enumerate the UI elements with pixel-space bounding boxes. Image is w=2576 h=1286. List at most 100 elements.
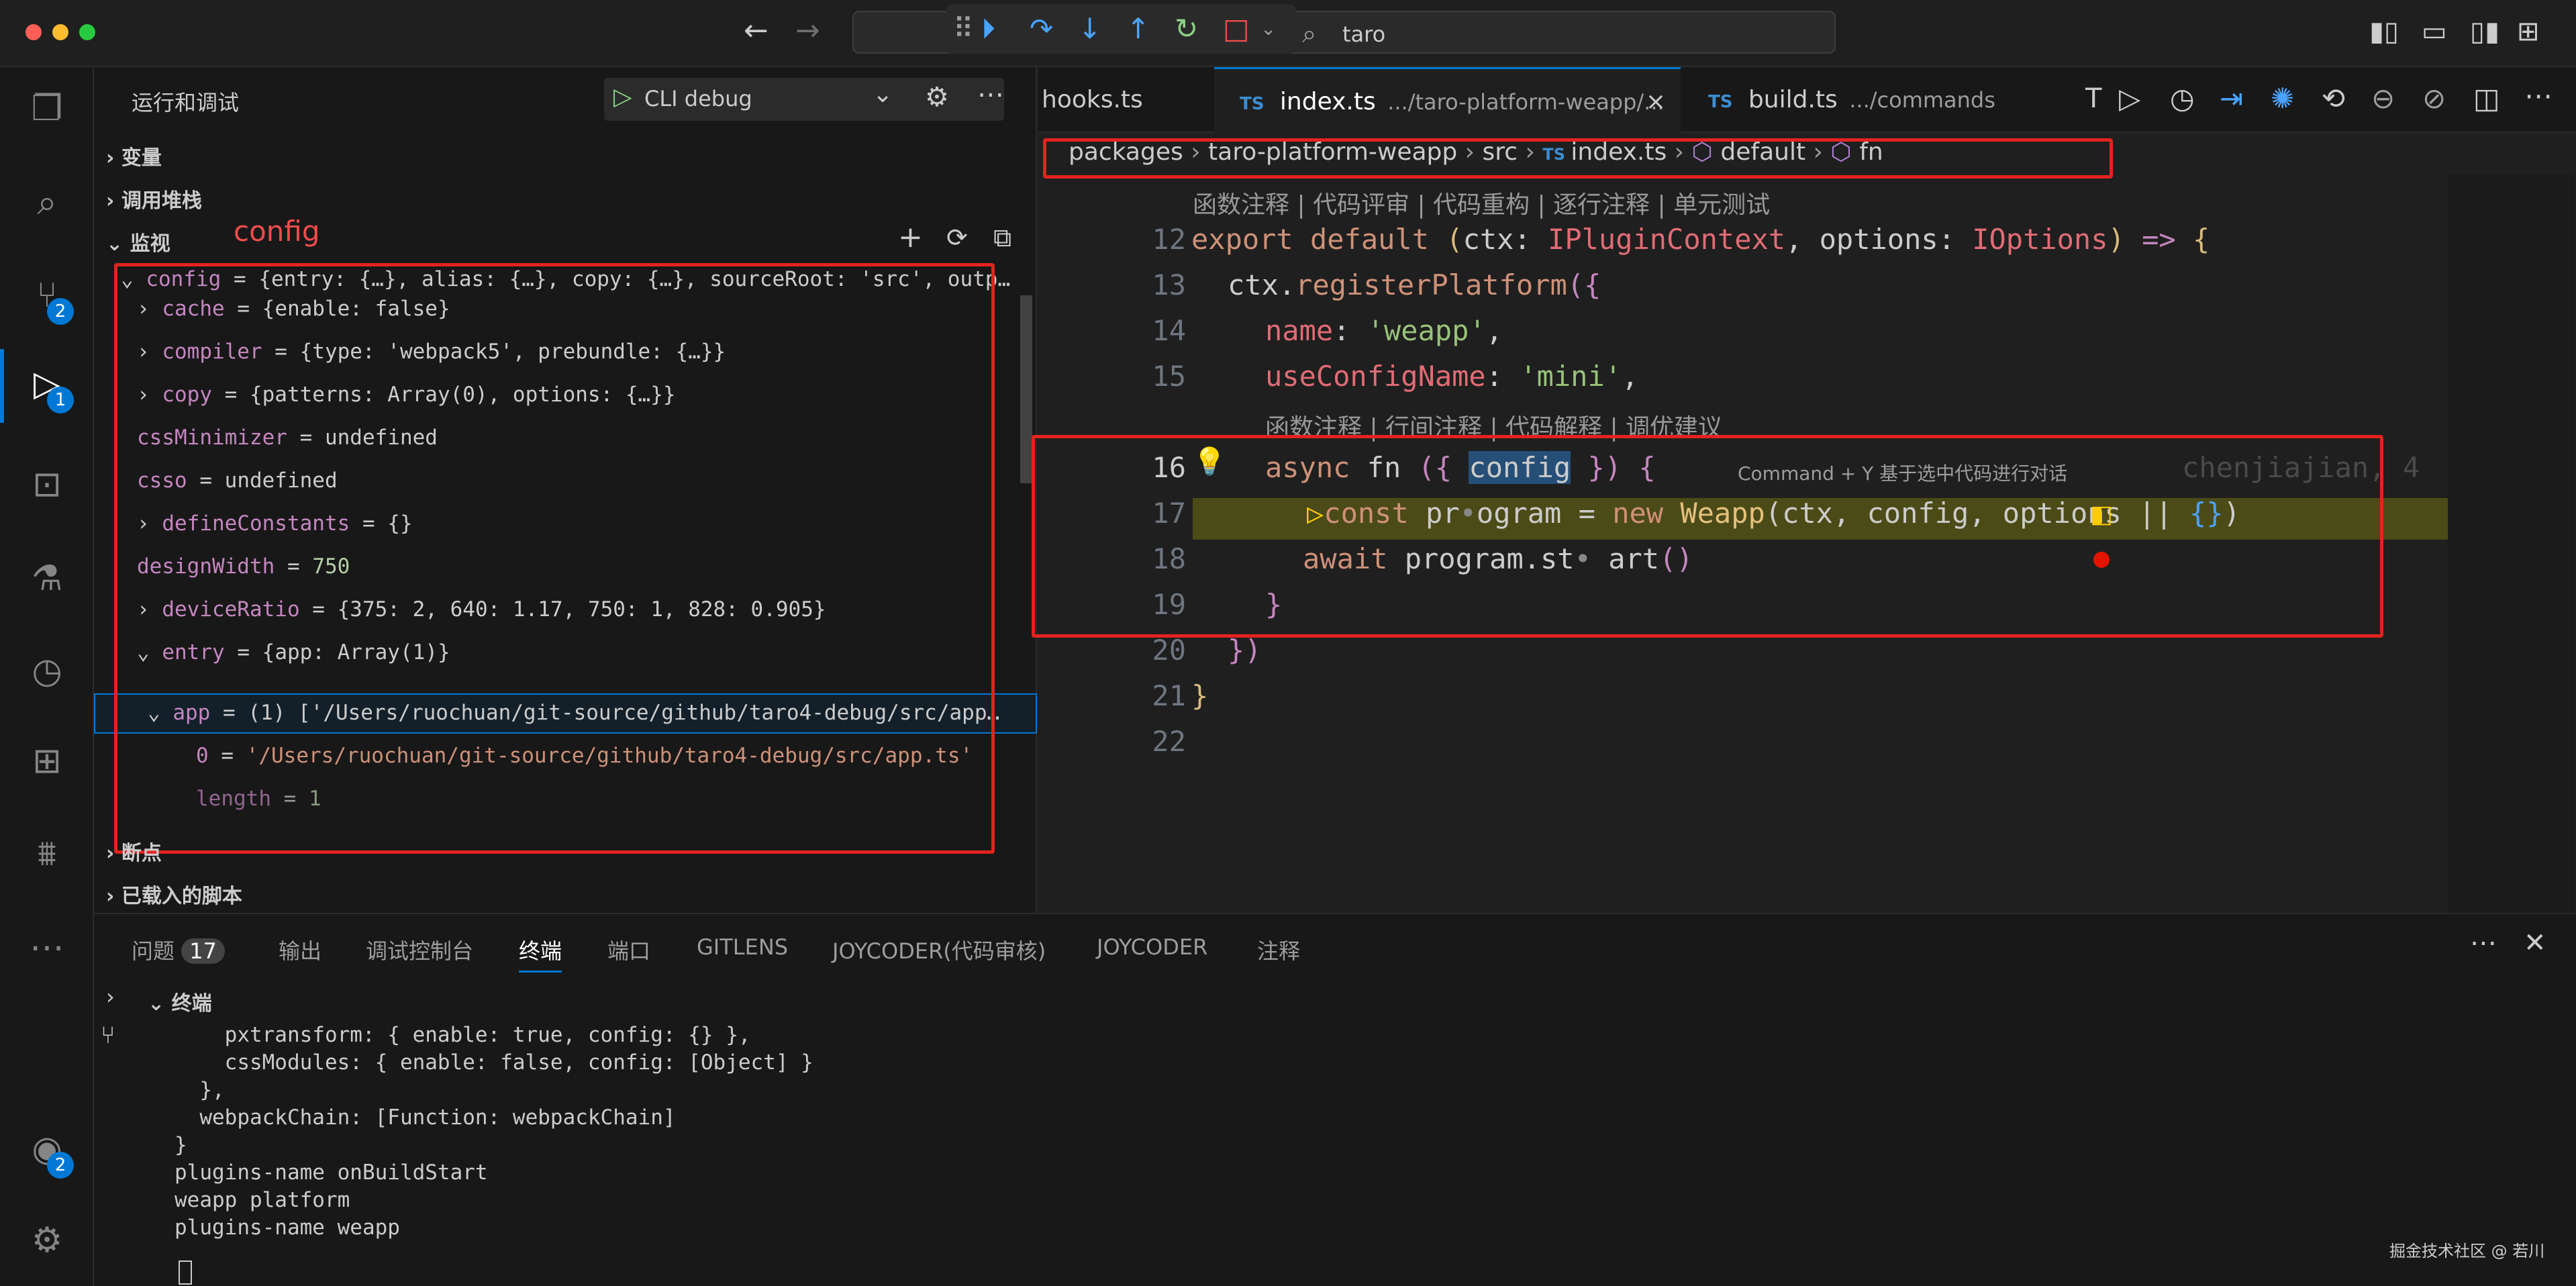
code-line-21: } bbox=[1191, 679, 1209, 712]
minimap[interactable] bbox=[2448, 175, 2575, 913]
forward-arrow-icon[interactable]: → bbox=[795, 13, 820, 48]
search-icon: ⌕ bbox=[1302, 19, 1317, 48]
tab-output[interactable]: 输出 bbox=[279, 934, 321, 965]
terminal-branch-icon[interactable]: ⑂ bbox=[101, 1022, 115, 1049]
extensions-icon[interactable]: ⊞ bbox=[26, 740, 68, 783]
line-number: 15 bbox=[1152, 360, 1186, 393]
code-lens-top[interactable]: 函数注释 | 代码评审 | 代码重构 | 逐行注释 | 单元测试 bbox=[1193, 185, 1770, 220]
start-debug-icon[interactable]: ▷ bbox=[613, 83, 632, 111]
remote-explorer-icon[interactable]: ⊡ bbox=[26, 463, 68, 506]
testing-icon[interactable]: ⚗ bbox=[26, 557, 68, 600]
tab-ports[interactable]: 端口 bbox=[607, 934, 650, 965]
more-actions-icon[interactable]: ⋯ bbox=[2470, 928, 2497, 958]
explorer-icon[interactable]: ❐ bbox=[26, 87, 68, 130]
tab-problems[interactable]: 问题 17 bbox=[132, 934, 225, 965]
terminal-line: }, bbox=[175, 1078, 225, 1102]
stop-icon[interactable]: □ bbox=[1223, 11, 1250, 47]
tab-joycoder-review[interactable]: JOYCODER(代码审核) bbox=[832, 934, 1046, 965]
minimize-window-button[interactable] bbox=[52, 24, 68, 40]
collapse-all-icon[interactable]: ⧉ bbox=[993, 223, 1011, 253]
compare-icon[interactable]: ⇥ bbox=[2220, 82, 2243, 115]
code-line-13: ctx.registerPlatform({ bbox=[1228, 268, 1601, 301]
chevron-down-icon: ⌄ bbox=[106, 232, 123, 256]
gitlens-icon[interactable]: ⩩ bbox=[26, 832, 68, 875]
bottom-panel: 问题 17 输出 调试控制台 终端 端口 GITLENS JOYCODER(代码… bbox=[94, 913, 2576, 1286]
problems-count-badge: 17 bbox=[181, 938, 225, 964]
launch-config-label: CLI debug bbox=[644, 86, 752, 111]
continue-icon[interactable]: ⏵ bbox=[981, 11, 995, 47]
annotation-label: config bbox=[234, 215, 320, 248]
typescript-icon: TS bbox=[1240, 94, 1265, 114]
settings-gear-icon[interactable]: ⚙ bbox=[26, 1219, 68, 1262]
split-editor-icon[interactable]: ◫ bbox=[2473, 82, 2500, 115]
code-line-15: useConfigName: 'mini', bbox=[1265, 360, 1639, 393]
account-icon[interactable]: ◉ 2 bbox=[26, 1128, 74, 1179]
refresh-icon[interactable]: ⟳ bbox=[946, 223, 968, 252]
line-number: 14 bbox=[1152, 314, 1186, 347]
more-actions-icon[interactable]: ⋯ bbox=[977, 79, 1004, 110]
toggle-panel-icon[interactable]: ▭ bbox=[2422, 16, 2447, 47]
gear-icon[interactable]: ⚙ bbox=[925, 82, 949, 113]
drag-handle-icon[interactable]: ⠿ bbox=[953, 11, 974, 47]
close-tab-icon[interactable]: × bbox=[1646, 69, 1666, 135]
terminal-line: cssModules: { enable: false, config: [Ob… bbox=[175, 1050, 813, 1075]
chevron-down-icon[interactable]: ⌄ bbox=[873, 81, 893, 108]
toggle-secondary-sidebar-icon[interactable]: ▯▮ bbox=[2470, 16, 2499, 47]
back-arrow-icon[interactable]: ← bbox=[744, 13, 769, 48]
tab-hooks-ts[interactable]: hooks.ts bbox=[1042, 67, 1213, 133]
code-line-20: }) bbox=[1228, 634, 1262, 666]
next-commit-icon[interactable]: ⊘ bbox=[2422, 82, 2446, 115]
customize-layout-icon[interactable]: ⊞ bbox=[2517, 16, 2540, 47]
close-panel-icon[interactable]: ✕ bbox=[2524, 928, 2546, 958]
section-call-stack[interactable]: › 调用堆栈 bbox=[106, 184, 202, 213]
line-number: 22 bbox=[1152, 725, 1186, 758]
chevron-right-icon: › bbox=[106, 189, 115, 213]
tab-terminal[interactable]: 终端 bbox=[519, 934, 562, 973]
terminal-line: weapp platform bbox=[175, 1188, 350, 1212]
prev-commit-icon[interactable]: ⊖ bbox=[2371, 82, 2395, 115]
tab-gitlens[interactable]: GITLENS bbox=[697, 934, 788, 960]
open-changes-icon[interactable]: ⟲ bbox=[2322, 82, 2345, 115]
typescript-icon: T bbox=[2085, 83, 2102, 114]
step-over-icon[interactable]: ↷ bbox=[1030, 11, 1053, 47]
tab-index-ts[interactable]: TS index.ts .../taro-platform-weapp/... … bbox=[1214, 67, 1681, 133]
ai-icon[interactable]: ✺ bbox=[2271, 82, 2294, 115]
line-number: 12 bbox=[1152, 223, 1186, 256]
history-icon[interactable]: ◷ bbox=[2170, 82, 2195, 115]
run-debug-icon[interactable]: ▷ 1 bbox=[26, 362, 74, 413]
tab-build-ts[interactable]: TS build.ts .../commands bbox=[1683, 67, 2045, 133]
toggle-sidebar-icon[interactable]: ▮▯ bbox=[2369, 16, 2399, 47]
timeline-icon[interactable]: ◷ bbox=[26, 650, 68, 693]
restart-icon[interactable]: ↻ bbox=[1175, 11, 1198, 47]
watch-highlight-box bbox=[114, 263, 995, 854]
chevron-down-icon[interactable]: ⌄ bbox=[1260, 11, 1276, 47]
tab-comments[interactable]: 注释 bbox=[1257, 934, 1300, 965]
step-out-icon[interactable]: ↑ bbox=[1126, 11, 1150, 47]
run-file-icon[interactable]: ▷ bbox=[2119, 82, 2140, 115]
tab-debug-console[interactable]: 调试控制台 bbox=[366, 934, 473, 965]
editor-tabs: hooks.ts TS index.ts .../taro-platform-w… bbox=[1038, 67, 2576, 133]
run-debug-sidebar: 运行和调试 ▷ CLI debug ⌄ ⚙ ⋯ › 变量 › 调用堆栈 ⌄ 监视… bbox=[94, 67, 1037, 913]
debug-badge: 1 bbox=[47, 387, 74, 413]
step-into-icon[interactable]: ↓ bbox=[1078, 11, 1101, 47]
line-number: 13 bbox=[1152, 268, 1186, 301]
more-actions-icon[interactable]: ⋯ bbox=[2524, 79, 2553, 112]
add-expression-icon[interactable]: + bbox=[898, 220, 923, 254]
title-bar: ← → ⌕ taro ⠿ ⏵ ↷ ↓ ↑ ↻ □ ⌄ ▮▯ ▭ ▯▮ ⊞ bbox=[0, 0, 2576, 67]
section-variables[interactable]: › 变量 bbox=[106, 141, 162, 170]
close-window-button[interactable] bbox=[26, 24, 42, 40]
terminal-section-header[interactable]: ⌄ 终端 bbox=[148, 987, 212, 1016]
search-icon[interactable]: ⌕ bbox=[26, 181, 68, 224]
chevron-right-icon[interactable]: › bbox=[106, 984, 115, 1009]
terminal-line: } bbox=[175, 1133, 187, 1157]
maximize-window-button[interactable] bbox=[79, 24, 95, 40]
typescript-icon: TS bbox=[1708, 92, 1733, 112]
source-control-icon[interactable]: ⑂ 2 bbox=[26, 274, 74, 325]
section-loaded-scripts[interactable]: › 已载入的脚本 bbox=[106, 879, 242, 909]
sidebar-scrollbar[interactable] bbox=[1020, 295, 1032, 483]
search-text: taro bbox=[1342, 21, 1386, 47]
section-breakpoints[interactable]: › 断点 bbox=[106, 836, 162, 866]
tab-joycoder[interactable]: JOYCODER bbox=[1097, 934, 1207, 960]
section-watch[interactable]: ⌄ 监视 bbox=[106, 227, 170, 256]
more-icon[interactable]: ⋯ bbox=[26, 926, 68, 969]
